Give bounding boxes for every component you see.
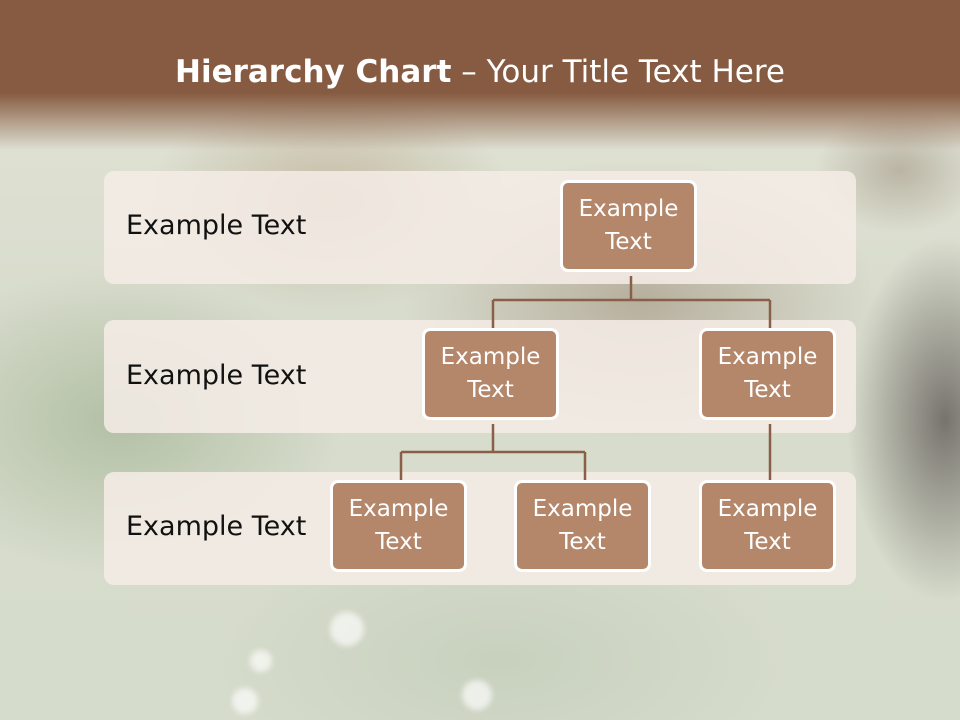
node-root: Example Text [560,180,697,272]
node-level3-a: Example Text [330,480,467,572]
node-level2-left: Example Text [422,328,559,420]
node-level2-right: Example Text [699,328,836,420]
node-level3-c: Example Text [699,480,836,572]
node-level3-b: Example Text [514,480,651,572]
